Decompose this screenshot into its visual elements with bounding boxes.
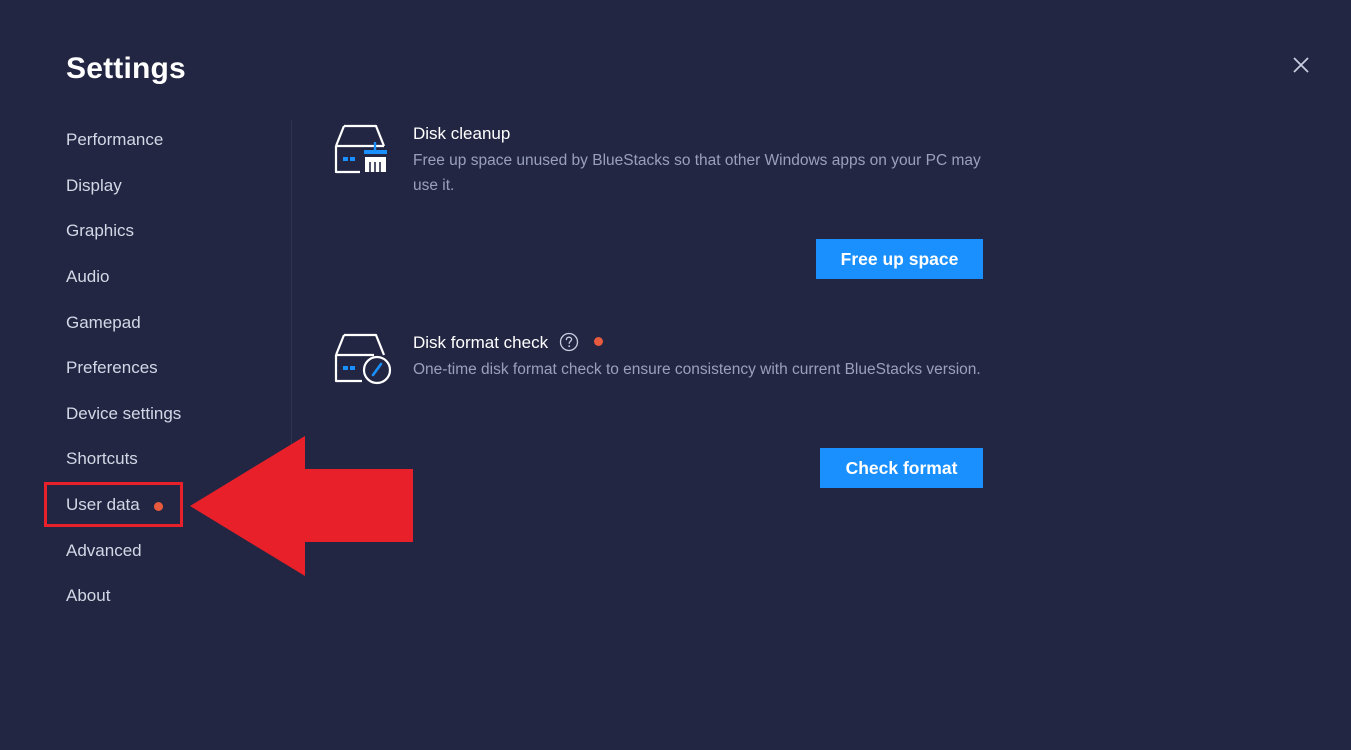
sidebar-item-label: Shortcuts xyxy=(66,449,138,468)
sidebar-item-device-settings[interactable]: Device settings xyxy=(66,404,181,424)
sidebar-item-label: About xyxy=(66,586,111,605)
sidebar-item-label: Performance xyxy=(66,130,164,149)
sidebar-item-advanced[interactable]: Advanced xyxy=(66,541,142,561)
close-icon xyxy=(1293,57,1309,73)
disk-cleanup-description: Free up space unused by BlueStacks so th… xyxy=(413,152,981,194)
disk-format-check-description: One-time disk format check to ensure con… xyxy=(413,361,981,378)
sidebar-item-label: Advanced xyxy=(66,541,142,560)
notification-dot xyxy=(593,337,603,347)
sidebar-item-display[interactable]: Display xyxy=(66,176,122,196)
free-up-space-button[interactable]: Free up space xyxy=(816,239,983,279)
sidebar-item-shortcuts[interactable]: Shortcuts xyxy=(66,449,138,469)
disk-cleanup-icon xyxy=(334,124,387,174)
sidebar-item-label: Gamepad xyxy=(66,313,141,332)
sidebar-item-preferences[interactable]: Preferences xyxy=(66,358,158,378)
sidebar-item-label: Device settings xyxy=(66,404,182,423)
red-arrow-left-icon xyxy=(190,436,413,576)
sidebar-item-audio[interactable]: Audio xyxy=(66,267,109,287)
sidebar-item-gamepad[interactable]: Gamepad xyxy=(66,313,141,333)
sidebar: Performance Display Graphics Audio Gamep… xyxy=(0,0,292,750)
disk-cleanup-title: Disk cleanup xyxy=(413,124,511,143)
sidebar-item-label: Audio xyxy=(66,267,110,286)
sidebar-item-label: Preferences xyxy=(66,358,158,377)
question-circle-icon[interactable] xyxy=(559,332,579,352)
disk-format-check-icon xyxy=(334,333,392,385)
annotation-highlight-box xyxy=(44,482,183,527)
sidebar-item-label: Graphics xyxy=(66,221,135,240)
sidebar-item-about[interactable]: About xyxy=(66,586,110,606)
close-button[interactable] xyxy=(1286,50,1316,80)
sidebar-item-graphics[interactable]: Graphics xyxy=(66,221,134,241)
disk-format-check-title: Disk format check xyxy=(413,333,549,352)
sidebar-item-performance[interactable]: Performance xyxy=(66,130,163,150)
disk-format-check-title-row: Disk format check xyxy=(413,332,603,354)
check-format-button[interactable]: Check format xyxy=(820,448,983,488)
sidebar-item-label: Display xyxy=(66,176,122,195)
